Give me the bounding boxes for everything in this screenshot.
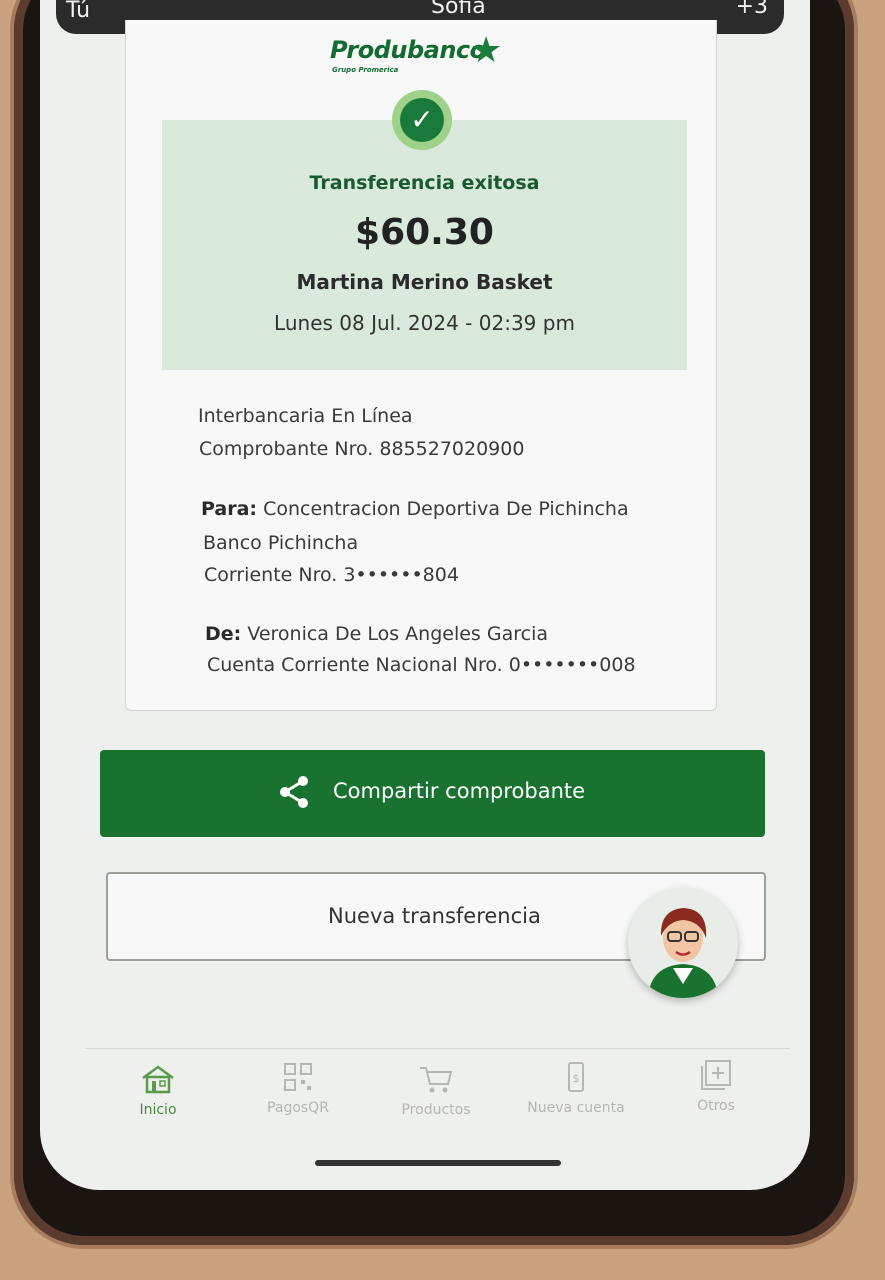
brand-logo: Produbanco (330, 36, 486, 64)
brand-subtitle: Grupo Promerica (332, 66, 399, 74)
home-indicator[interactable] (315, 1160, 561, 1166)
tab-productos[interactable]: Productos (376, 1064, 496, 1118)
assistant-avatar-button[interactable] (628, 888, 738, 998)
recipient-bank: Banco Pichincha (203, 532, 359, 554)
brand-star-icon: ★ (470, 30, 503, 71)
sender-account: Cuenta Corriente Nacional Nro. 0•••••••0… (207, 654, 636, 676)
tab-inicio[interactable]: Inicio (98, 1064, 218, 1118)
transfer-type: Interbancaria En Línea (198, 405, 413, 427)
tab-pagosqr-label: PagosQR (267, 1100, 329, 1116)
sender-line: De: Veronica De Los Angeles Garcia (205, 623, 548, 645)
tab-nueva-cuenta-label: Nueva cuenta (527, 1100, 625, 1116)
status-left-text: Tú (66, 0, 91, 23)
tab-inicio-label: Inicio (139, 1102, 177, 1118)
share-receipt-label: Compartir comprobante (333, 779, 586, 803)
new-account-icon: $ (568, 1062, 584, 1092)
tab-productos-label: Productos (401, 1102, 471, 1118)
tab-pagosqr[interactable]: PagosQR (238, 1062, 358, 1116)
recipient-line: Para: Concentracion Deportiva De Pichinc… (201, 498, 629, 520)
share-icon (280, 776, 308, 808)
transfer-status: Transferencia exitosa (309, 172, 540, 194)
svg-text:$: $ (573, 1072, 580, 1085)
tab-otros-label: Otros (697, 1098, 735, 1114)
voucher-number: Comprobante Nro. 885527020900 (199, 438, 525, 460)
sender-name: Veronica De Los Angeles Garcia (247, 623, 548, 645)
cart-icon (420, 1067, 453, 1093)
sender-label: De: (205, 623, 242, 645)
assistant-avatar-icon (648, 908, 718, 998)
plus-square-icon (701, 1060, 731, 1090)
status-right-text: +3 (735, 0, 768, 19)
tab-nueva-cuenta[interactable]: $ Nueva cuenta (516, 1062, 636, 1116)
tab-otros[interactable]: Otros (656, 1060, 776, 1114)
status-center-text: Sofia (431, 0, 486, 19)
recipient-label: Para: (201, 498, 258, 520)
beneficiary-display-name: Martina Merino Basket (296, 270, 553, 294)
transfer-amount: $60.30 (355, 212, 494, 253)
success-check-icon: ✓ (392, 90, 452, 150)
recipient-name: Concentracion Deportiva De Pichincha (263, 498, 629, 520)
qr-icon (284, 1063, 312, 1091)
share-receipt-button[interactable]: Compartir comprobante (100, 750, 765, 837)
recipient-account: Corriente Nro. 3••••••804 (204, 564, 459, 586)
home-icon (142, 1065, 174, 1094)
transfer-datetime: Lunes 08 Jul. 2024 - 02:39 pm (274, 311, 575, 335)
new-transfer-label: Nueva transferencia (328, 904, 541, 928)
